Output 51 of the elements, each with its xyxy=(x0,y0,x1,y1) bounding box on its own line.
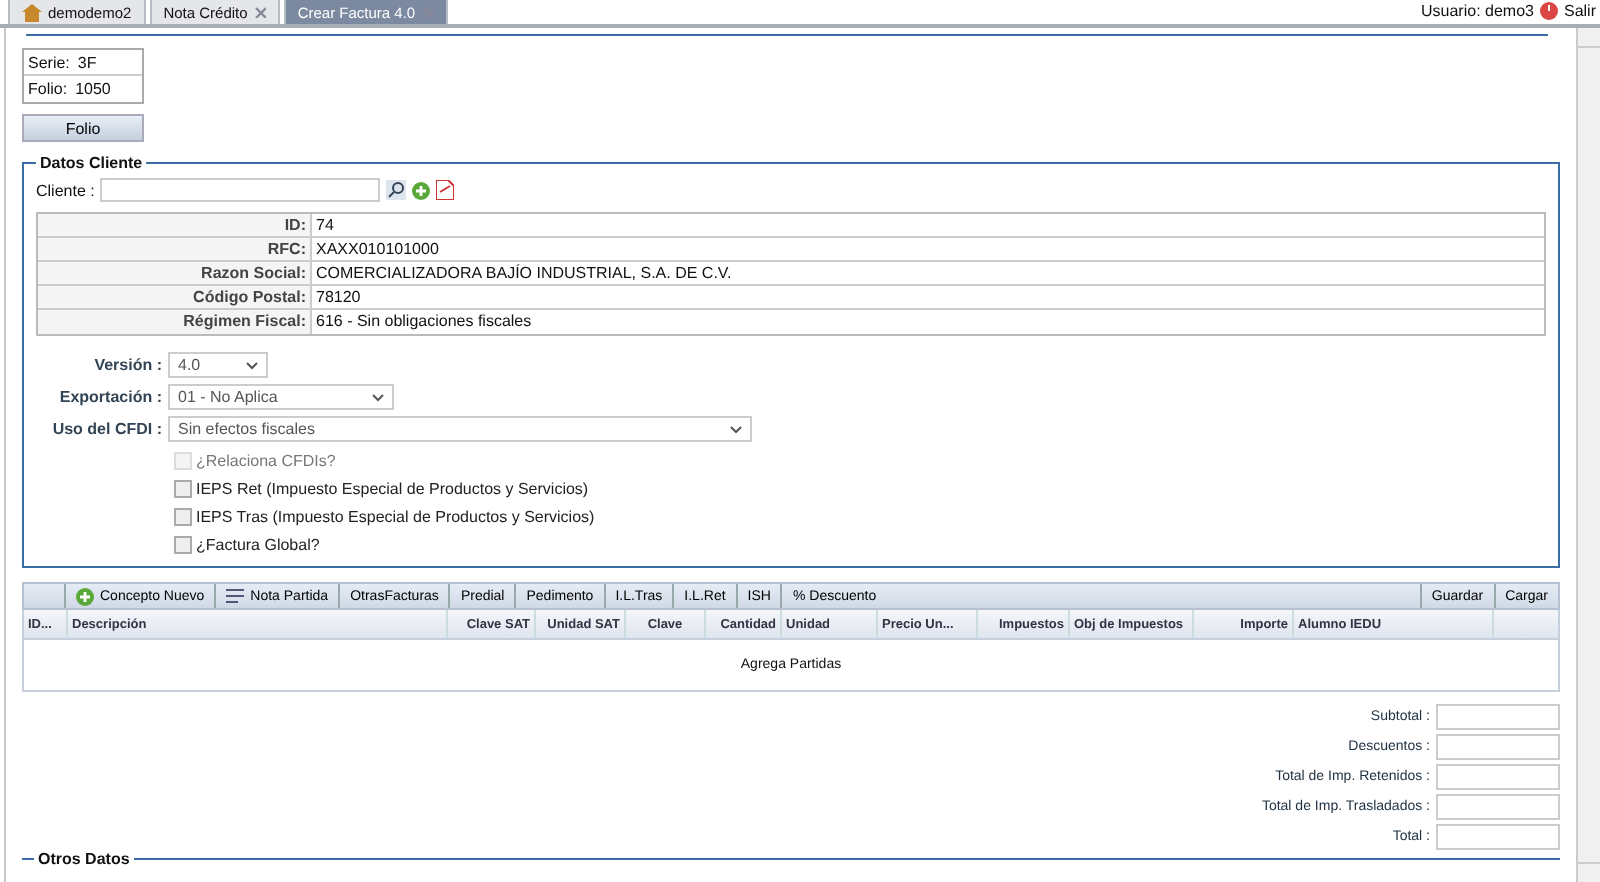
info-label: Razon Social: xyxy=(38,262,312,284)
client-label: Cliente : xyxy=(36,181,95,199)
client-field[interactable] xyxy=(100,178,381,202)
add-icon[interactable] xyxy=(412,181,431,199)
dropdown[interactable]: 4.0 xyxy=(168,352,268,378)
dropdown[interactable]: Sin efectos fiscales xyxy=(168,416,752,442)
info-value: 78120 xyxy=(314,286,361,308)
checkbox[interactable] xyxy=(174,479,192,497)
chevron-icon xyxy=(372,393,384,401)
user-label: Usuario: demo3 xyxy=(1421,1,1534,19)
total-field[interactable] xyxy=(1436,794,1560,820)
panel-title: Otros Datos xyxy=(36,850,132,868)
total-field[interactable] xyxy=(1436,704,1560,730)
select-label: Exportación : xyxy=(57,388,164,406)
power-icon[interactable] xyxy=(1539,1,1558,19)
info-label: ID: xyxy=(38,214,312,236)
list-icon xyxy=(226,588,245,604)
checkbox-label: ¿Relaciona CFDIs? xyxy=(196,451,336,469)
checkbox-label: ¿Factura Global? xyxy=(196,535,320,553)
info-label: Régimen Fiscal: xyxy=(38,310,312,334)
chevron-icon xyxy=(246,361,258,369)
select-label: Versión : xyxy=(92,356,164,374)
panel-title: Datos Cliente xyxy=(38,154,145,172)
total-field[interactable] xyxy=(1436,764,1560,790)
logout-link[interactable]: Salir xyxy=(1563,1,1596,19)
checkbox[interactable] xyxy=(174,535,192,553)
field-value: 3F xyxy=(77,53,97,71)
chevron-icon xyxy=(730,425,742,433)
info-value: XAXX010101000 xyxy=(314,238,439,260)
total-field[interactable] xyxy=(1436,824,1560,850)
dropdown[interactable]: 01 - No Aplica xyxy=(168,384,394,410)
field-label: Serie: xyxy=(28,53,70,71)
scrollbar[interactable] xyxy=(1576,28,1600,882)
field-value: 1050 xyxy=(75,80,111,98)
add-icon xyxy=(76,587,94,605)
info-label: Código Postal: xyxy=(38,286,312,308)
info-value: 616 - Sin obligaciones fiscales xyxy=(314,310,532,334)
document-icon[interactable] xyxy=(436,180,455,200)
folio-button[interactable]: Folio xyxy=(22,114,144,142)
checkbox[interactable] xyxy=(174,507,192,525)
field-label: Folio: xyxy=(28,80,68,98)
checkbox-label: IEPS Tras (Impuesto Especial de Productos y Servicios) xyxy=(196,507,595,525)
total-field[interactable] xyxy=(1436,734,1560,760)
checkbox-label: IEPS Ret (Impuesto Especial de Productos y Servicios) xyxy=(196,479,589,497)
select-label: Uso del CFDI : xyxy=(50,420,164,438)
info-value: 74 xyxy=(314,214,334,236)
info-value: COMERCIALIZADORA BAJÍO INDUSTRIAL, S.A. DE C.V. xyxy=(314,262,732,284)
info-label: RFC: xyxy=(38,238,312,260)
search-icon[interactable] xyxy=(386,180,407,200)
close-icon[interactable] xyxy=(253,6,266,18)
home-icon xyxy=(22,3,42,21)
